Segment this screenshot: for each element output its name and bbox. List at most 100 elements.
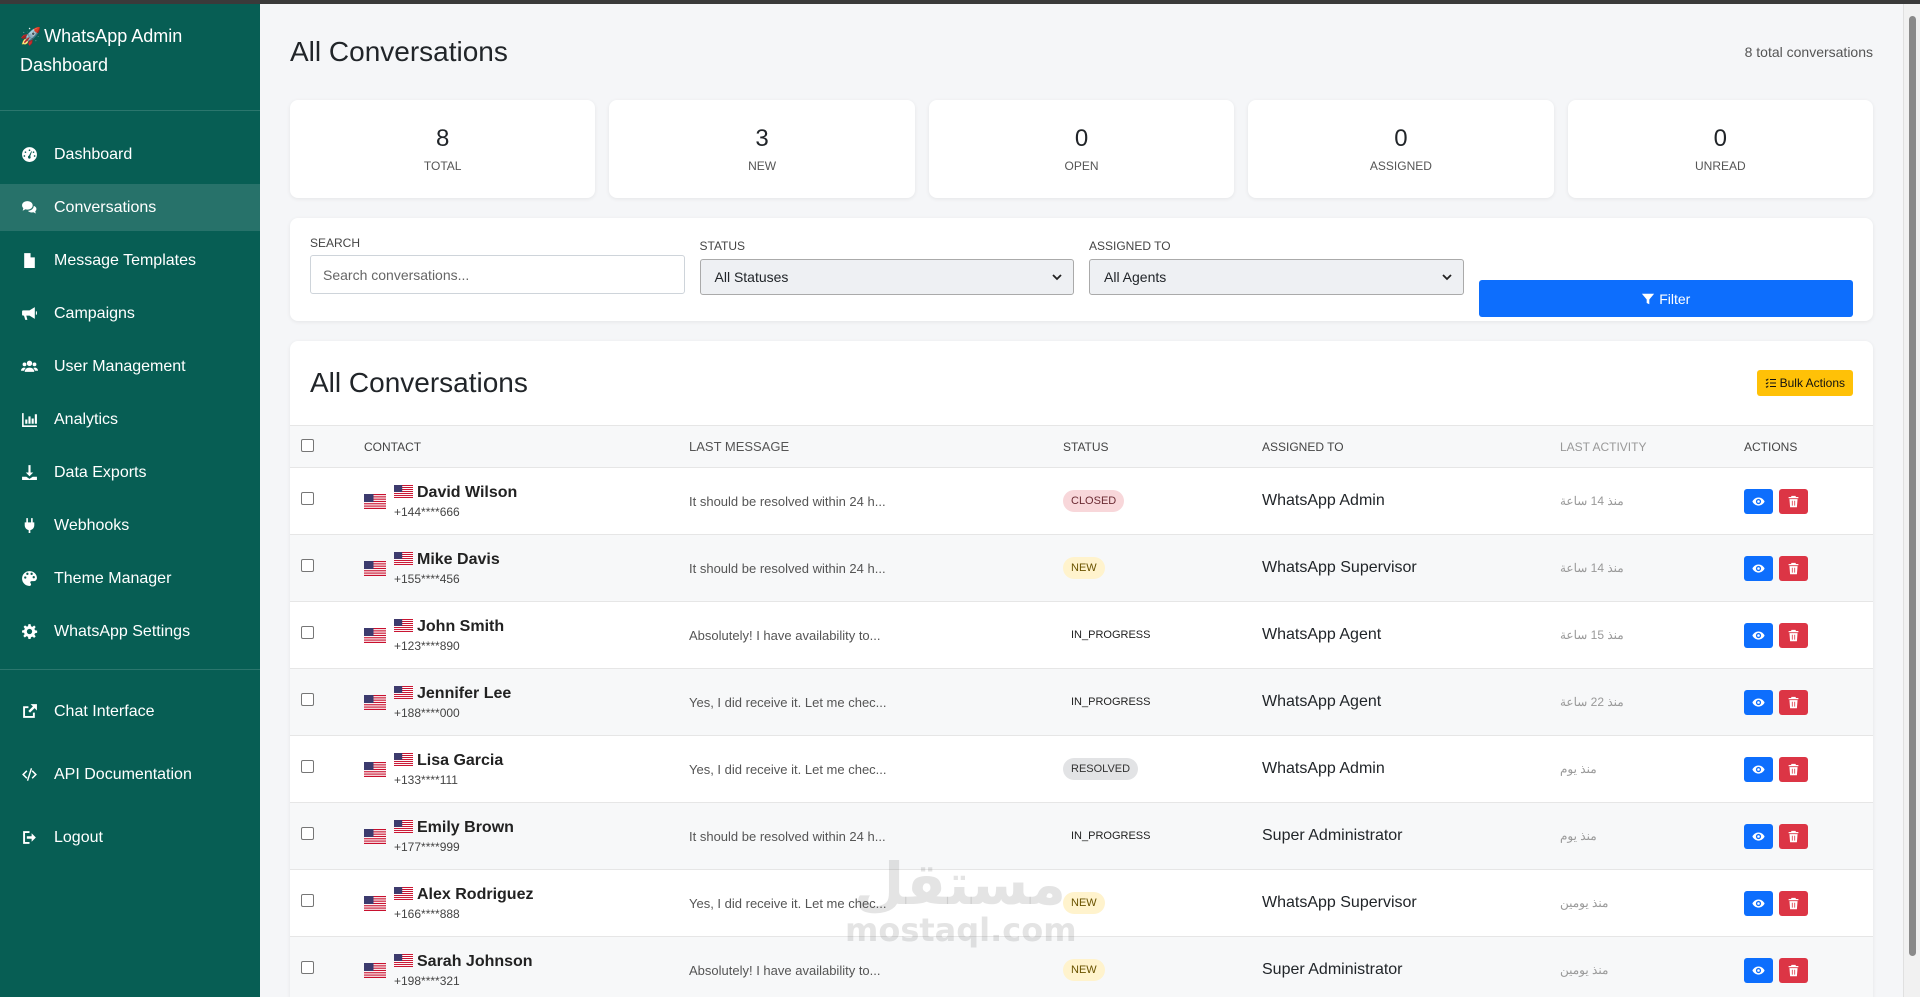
trash-icon [1788,629,1799,641]
column-header-contact: Contact [364,425,689,468]
delete-button[interactable] [1779,957,1808,983]
filter-button[interactable]: Filter [1478,280,1853,317]
sidebar-item-data-exports[interactable]: Data Exports [0,449,260,496]
bulk-actions-button[interactable]: Bulk Actions [1756,370,1853,396]
trash-icon [1788,897,1799,909]
last-message: Yes, I did receive it. Let me chec... [689,668,1063,736]
filter-panel: Search Status All Statuses Assigned To A… [290,218,1873,321]
contact-name-text: Lisa Garcia [417,751,504,769]
table-row[interactable]: David Wilson +144****666 It should be reso… [290,467,1873,535]
table-row[interactable]: Mike Davis +155****456 It should be resolv… [290,534,1873,602]
view-button[interactable] [1744,890,1773,916]
status-select-value: All Statuses [714,269,789,285]
sidebar-item-label: User Management [54,357,186,375]
status-badge: IN_PROGRESS [1071,830,1151,842]
us-flag-icon [364,493,386,509]
page-scrollbar[interactable] [1903,4,1920,997]
view-button[interactable] [1744,823,1773,849]
select-all-checkbox[interactable] [301,438,314,452]
stat-label: Open [1064,159,1099,173]
contact-name[interactable]: Sarah Johnson [394,953,533,971]
view-button[interactable] [1744,957,1773,983]
contact-name[interactable]: John Smith [394,618,504,636]
table-row[interactable]: Lisa Garcia +133****111 Yes, I did receive… [290,735,1873,803]
delete-button[interactable] [1779,756,1808,782]
eye-icon [1752,697,1765,707]
delete-button[interactable] [1779,488,1808,514]
sidebar-item-api-documentation[interactable]: API Documentation [0,751,260,798]
search-input[interactable] [310,255,685,294]
us-flag-icon [364,962,386,978]
stat-value: 0 [1074,125,1089,152]
table-row[interactable]: Sarah Johnson +198****321 Absolutely! I ha… [290,936,1873,997]
sidebar-item-label: Chat Interface [54,702,155,720]
sidebar-item-whatsapp-settings[interactable]: WhatsApp Settings [0,608,260,655]
sidebar-item-label: Campaigns [54,304,135,322]
row-checkbox[interactable] [301,626,314,639]
sidebar-bottom-nav: Chat Interface API Documentation Logout [0,688,260,861]
stat-card-total: 8 Total [290,100,596,198]
contact-name[interactable]: Jennifer Lee [394,685,511,703]
contact-phone: +123****890 [394,638,460,653]
view-button[interactable] [1744,689,1773,715]
sidebar-item-message-templates[interactable]: Message Templates [0,237,260,284]
assigned-select[interactable]: All Agents [1089,259,1464,295]
assigned-label: Assigned To [1089,239,1171,253]
actions-cell [1744,601,1873,669]
delete-button[interactable] [1779,823,1808,849]
delete-button[interactable] [1779,689,1808,715]
us-flag-icon [364,627,386,643]
contact-phone: +177****999 [394,839,460,854]
sidebar-item-user-management[interactable]: User Management [0,343,260,390]
contact-name[interactable]: Emily Brown [394,819,514,837]
row-checkbox[interactable] [301,559,314,572]
status-select[interactable]: All Statuses [699,259,1074,295]
row-checkbox[interactable] [301,492,314,505]
actions-cell [1744,936,1873,997]
delete-button[interactable] [1779,555,1808,581]
contact-name[interactable]: Alex Rodriguez [394,886,533,904]
sidebar-item-chat-interface[interactable]: Chat Interface [0,688,260,735]
delete-button[interactable] [1779,622,1808,648]
view-button[interactable] [1744,756,1773,782]
assigned-agent: WhatsApp Agent [1262,668,1560,736]
assigned-agent: WhatsApp Admin [1262,735,1560,803]
sidebar-item-dashboard[interactable]: Dashboard [0,131,260,178]
sidebar-item-theme-manager[interactable]: Theme Manager [0,555,260,602]
delete-button[interactable] [1779,890,1808,916]
sidebar-item-webhooks[interactable]: Webhooks [0,502,260,549]
assigned-agent: WhatsApp Admin [1262,467,1560,535]
row-checkbox[interactable] [301,961,314,974]
sidebar-item-conversations[interactable]: Conversations [0,184,260,231]
contact-cell: David Wilson +144****666 [364,467,689,535]
row-checkbox[interactable] [301,760,314,773]
sidebar-item-campaigns[interactable]: Campaigns [0,290,260,337]
view-button[interactable] [1744,555,1773,581]
contact-name[interactable]: Lisa Garcia [394,752,503,770]
last-activity: منذ يومين [1560,869,1744,937]
chart-icon [20,411,38,429]
assigned-agent: Super Administrator [1262,936,1560,997]
table-row[interactable]: Emily Brown +177****999 It should be resol… [290,802,1873,870]
contact-phone: +155****456 [394,571,460,586]
row-checkbox[interactable] [301,693,314,706]
row-select-cell [290,601,364,669]
row-checkbox[interactable] [301,827,314,840]
scrollbar-thumb[interactable] [1909,16,1916,956]
contact-name-text: Alex Rodriguez [417,885,534,903]
list-check-icon [1765,378,1776,389]
row-checkbox[interactable] [301,894,314,907]
view-button[interactable] [1744,488,1773,514]
table-row[interactable]: Jennifer Lee +188****000 Yes, I did receiv… [290,668,1873,736]
sidebar-item-logout[interactable]: Logout [0,814,260,861]
trash-icon [1788,964,1799,976]
sidebar-item-label: Theme Manager [54,569,172,587]
status-badge: RESOLVED [1063,758,1139,780]
table-row[interactable]: John Smith +123****890 Absolutely! I have … [290,601,1873,669]
contact-name[interactable]: David Wilson [394,484,517,502]
view-button[interactable] [1744,622,1773,648]
contact-name[interactable]: Mike Davis [394,551,500,569]
actions-cell [1744,869,1873,937]
table-row[interactable]: Alex Rodriguez +166****888 Yes, I did rece… [290,869,1873,937]
sidebar-item-analytics[interactable]: Analytics [0,396,260,443]
